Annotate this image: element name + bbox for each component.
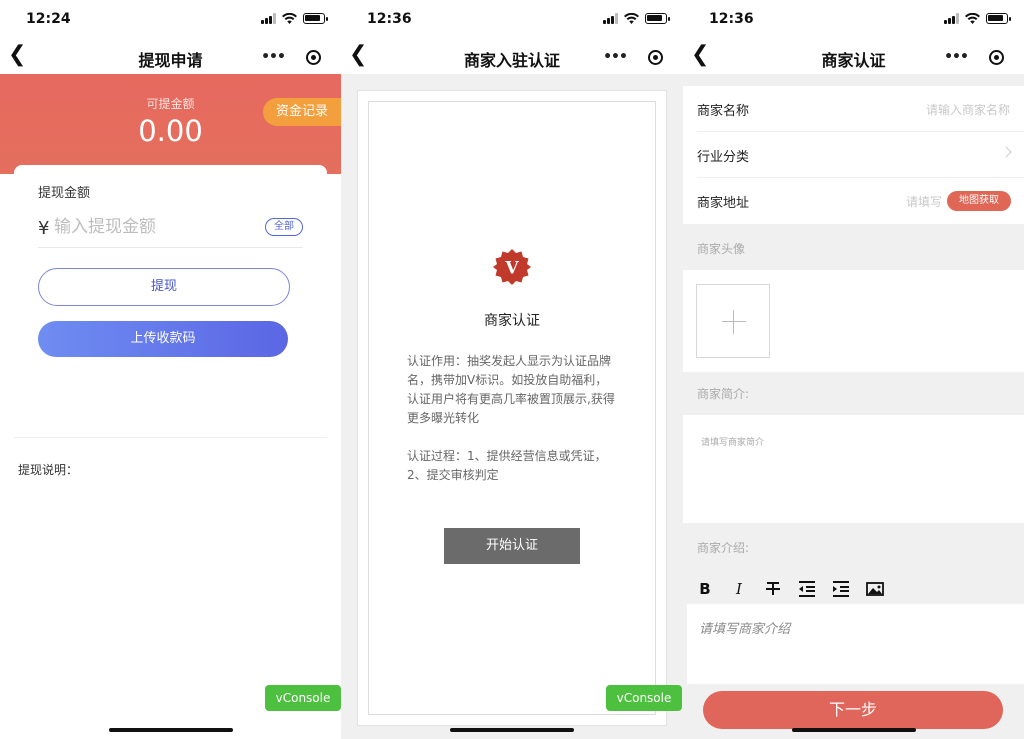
italic-icon[interactable]: I	[729, 579, 749, 599]
avatar-section	[683, 270, 1024, 372]
currency-symbol: ¥	[38, 218, 50, 239]
merchant-certification-form: 12:36 ❮ 商家认证 ••• 商家名称 请输入商家名称 行业分类 商家地址 …	[683, 0, 1024, 739]
more-dots-icon[interactable]: •••	[253, 49, 293, 65]
verified-badge-icon: V	[493, 249, 531, 285]
status-bar: 12:36	[683, 0, 1024, 40]
upload-qr-button[interactable]: 上传收款码	[38, 321, 288, 357]
merchant-name-label: 商家名称	[697, 104, 750, 119]
divider	[14, 437, 327, 438]
wifi-icon	[965, 13, 980, 24]
certification-purpose-text: 认证作用：抽奖发起人显示为认证品牌名，携带加V标识。如投放自助福利，认证用户将有…	[407, 354, 615, 425]
merchant-entry-screen: 12:36 ❮ 商家入驻认证 ••• V 商家认证 认证作用：抽奖发起人显示为认…	[341, 0, 683, 739]
merchant-name-input[interactable]: 请输入商家名称	[926, 101, 1010, 118]
more-dots-icon[interactable]: •••	[595, 49, 635, 65]
record-circle-icon[interactable]	[976, 49, 1016, 65]
signal-icon	[261, 13, 276, 24]
editor-toolbar: B I	[683, 572, 1024, 606]
avatar-label: 商家头像	[697, 242, 746, 256]
input-underline	[38, 247, 303, 248]
home-indicator	[450, 728, 574, 732]
withdraw-note-label: 提现说明：	[18, 463, 79, 477]
status-bar: 12:24	[0, 0, 341, 40]
signal-icon	[603, 13, 618, 24]
address-row[interactable]: 商家地址 请填写 地图获取	[683, 178, 1024, 224]
vconsole-button[interactable]: vConsole	[265, 685, 341, 711]
brief-label: 商家简介:	[697, 387, 750, 401]
vconsole-button[interactable]: vConsole	[606, 685, 682, 711]
status-time: 12:36	[709, 11, 754, 27]
industry-label: 行业分类	[697, 150, 750, 165]
intro-editor[interactable]: 请填写商家介绍	[687, 604, 1024, 684]
mini-program-capsule: •••	[253, 42, 333, 72]
mini-program-capsule: •••	[936, 42, 1016, 72]
brief-textarea[interactable]: 请填写商家简介	[683, 415, 1024, 523]
status-time: 12:36	[367, 11, 412, 27]
address-label: 商家地址	[697, 196, 750, 211]
intro-label: 商家介绍:	[697, 541, 750, 555]
signal-icon	[944, 13, 959, 24]
home-indicator	[108, 728, 233, 732]
fund-record-button[interactable]: 资金记录	[263, 98, 341, 126]
indent-icon[interactable]	[831, 579, 851, 599]
wifi-icon	[282, 13, 297, 24]
battery-icon	[303, 13, 328, 24]
chevron-right-icon	[1000, 146, 1012, 158]
avatar-upload[interactable]	[696, 284, 770, 358]
withdraw-screen: 12:24 ❮ 提现申请 ••• 可提金额 0.00 资金记录 提现金额 ¥ 全…	[0, 0, 341, 739]
balance-banner: 可提金额 0.00 资金记录	[0, 74, 341, 174]
editor-placeholder: 请填写商家介绍	[699, 622, 791, 637]
wifi-icon	[624, 13, 639, 24]
merchant-name-row[interactable]: 商家名称 请输入商家名称	[683, 86, 1024, 132]
next-step-button[interactable]: 下一步	[703, 691, 1003, 729]
strikethrough-icon[interactable]	[763, 579, 783, 599]
start-certification-button[interactable]: 开始认证	[444, 528, 580, 564]
amount-heading: 提现金额	[38, 186, 91, 201]
nav-bar: ❮ 商家入驻认证 •••	[341, 40, 683, 74]
status-time: 12:24	[26, 11, 71, 27]
certification-process-text: 认证过程：1、提供经营信息或凭证，2、提交审核判定	[407, 449, 607, 482]
svg-text:V: V	[504, 259, 519, 279]
status-bar: 12:36	[341, 0, 683, 40]
withdraw-button[interactable]: 提现	[38, 268, 290, 306]
mini-program-capsule: •••	[595, 42, 675, 72]
certification-title: 商家认证	[484, 313, 540, 329]
nav-bar: ❮ 提现申请 •••	[0, 40, 341, 74]
industry-row[interactable]: 行业分类	[683, 132, 1024, 178]
record-circle-icon[interactable]	[293, 49, 333, 65]
map-pick-button[interactable]: 地图获取	[947, 191, 1011, 211]
record-circle-icon[interactable]	[635, 49, 675, 65]
bold-icon[interactable]: B	[695, 579, 715, 599]
more-dots-icon[interactable]: •••	[936, 49, 976, 65]
address-input[interactable]: 请填写	[906, 193, 942, 210]
all-button[interactable]: 全部	[265, 218, 303, 236]
home-indicator	[791, 728, 916, 732]
amount-input[interactable]	[54, 217, 254, 237]
outdent-icon[interactable]	[797, 579, 817, 599]
nav-bar: ❮ 商家认证 •••	[683, 40, 1024, 74]
image-icon[interactable]	[865, 579, 885, 599]
brief-placeholder: 请填写商家简介	[701, 438, 765, 448]
battery-icon	[986, 13, 1011, 24]
battery-icon	[645, 13, 670, 24]
